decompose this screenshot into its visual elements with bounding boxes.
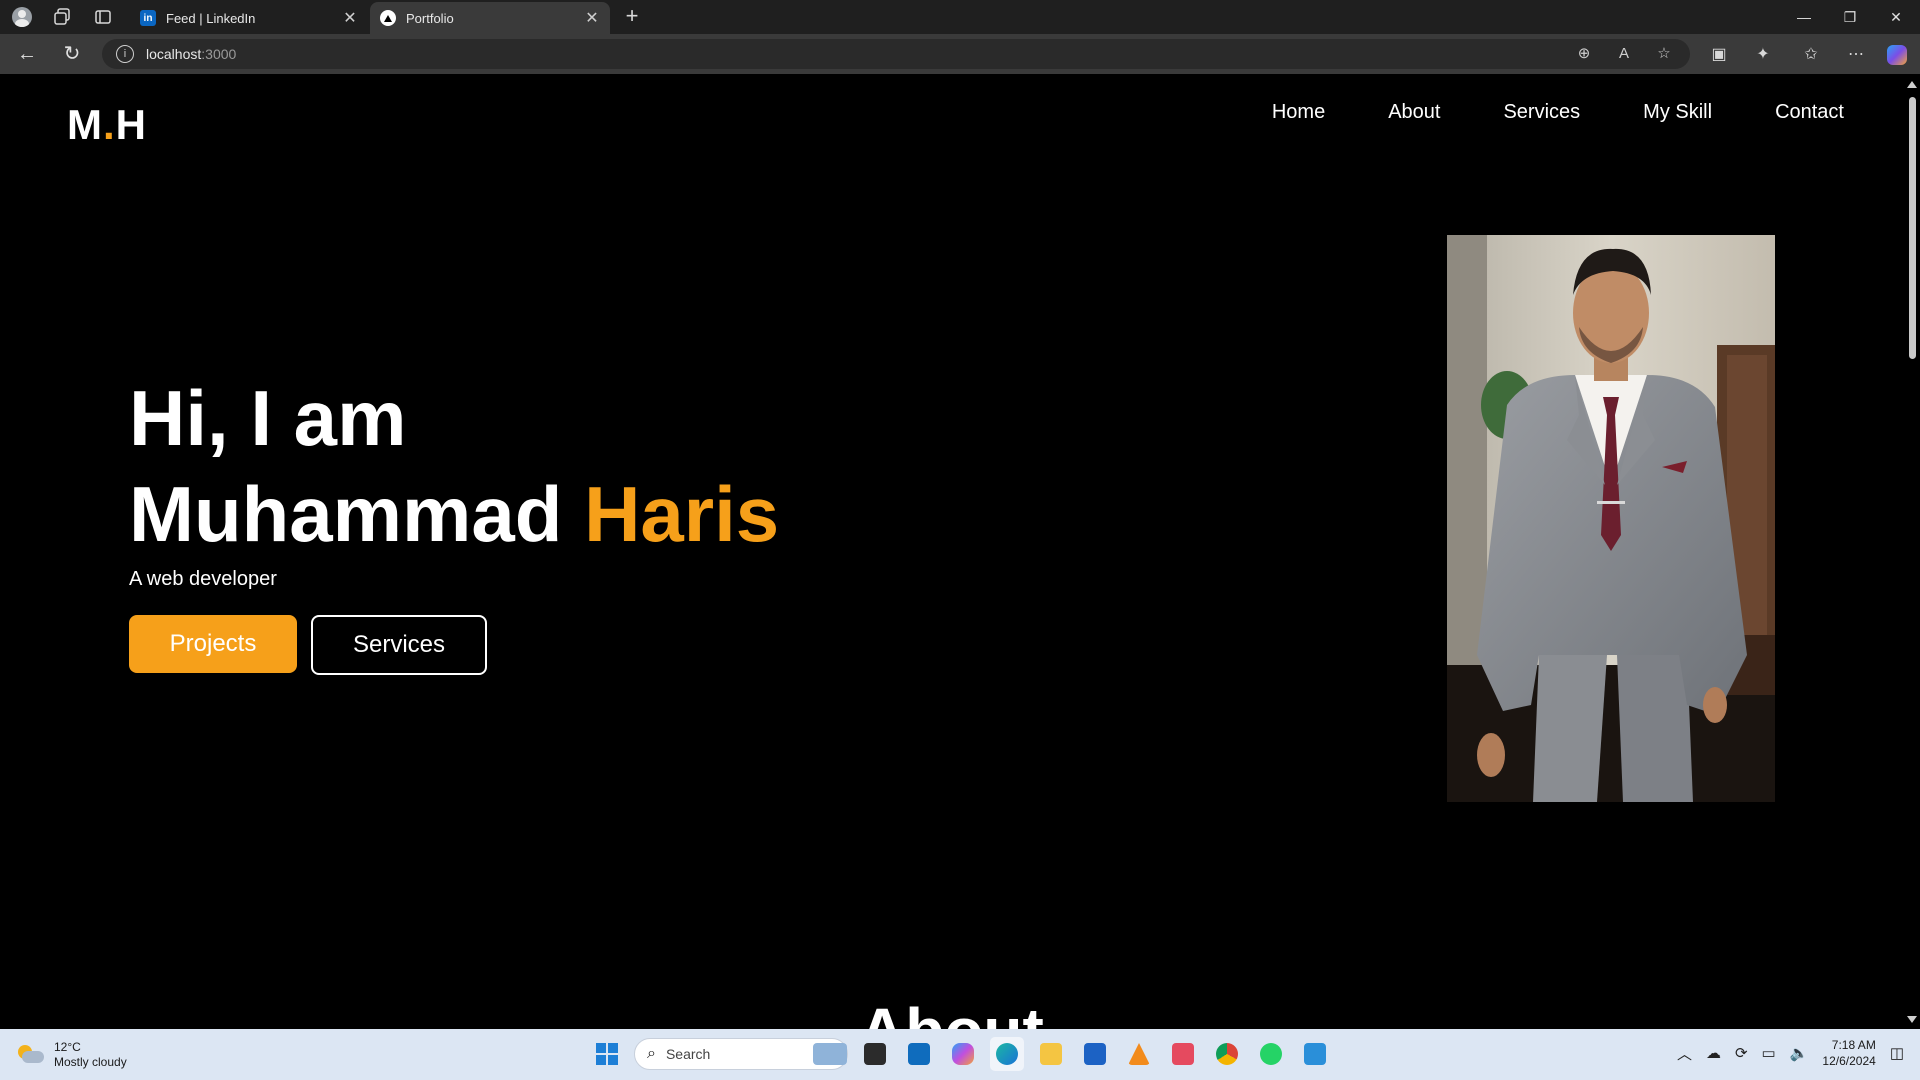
tab-title: Portfolio xyxy=(406,10,454,26)
vscode-app[interactable] xyxy=(1298,1037,1332,1071)
vertical-tabs-icon[interactable] xyxy=(92,6,114,28)
tab-title: Feed | LinkedIn xyxy=(166,10,256,26)
hero-name: Muhammad Haris xyxy=(129,470,780,558)
copilot-app[interactable] xyxy=(946,1037,980,1071)
chevron-up-icon[interactable]: ︿ xyxy=(1677,1043,1692,1064)
onedrive-icon[interactable]: ☁ xyxy=(1706,1044,1721,1062)
scroll-thumb[interactable] xyxy=(1909,97,1916,359)
windows-logo-icon xyxy=(596,1043,618,1065)
favorite-star-icon[interactable]: ☆ xyxy=(1654,44,1674,64)
nav-my-skill[interactable]: My Skill xyxy=(1643,101,1712,124)
site-logo[interactable]: M.H xyxy=(67,101,147,149)
task-view-button[interactable] xyxy=(858,1037,892,1071)
projects-button[interactable]: Projects xyxy=(129,615,297,673)
hero-subtitle: A web developer xyxy=(129,568,277,590)
site-info-icon[interactable]: i xyxy=(116,45,134,63)
copilot-icon[interactable] xyxy=(1886,44,1908,66)
store-app[interactable] xyxy=(1078,1037,1112,1071)
read-aloud-icon[interactable]: A xyxy=(1614,44,1634,64)
main-nav: Home About Services My Skill Contact xyxy=(1272,101,1844,124)
close-tab-icon[interactable]: ✕ xyxy=(340,8,360,28)
snipping-tool-app[interactable] xyxy=(1166,1037,1200,1071)
scroll-down-icon[interactable] xyxy=(1907,1016,1917,1023)
profile-avatar-icon[interactable] xyxy=(11,6,33,28)
page-scrollbar[interactable] xyxy=(1904,75,1920,1029)
outlook-app[interactable] xyxy=(902,1037,936,1071)
close-tab-icon[interactable]: ✕ xyxy=(582,8,602,28)
nav-home[interactable]: Home xyxy=(1272,101,1325,124)
refresh-button[interactable]: ↻ xyxy=(60,42,84,66)
address-bar[interactable]: i localhost:3000 ⊕ A ☆ xyxy=(102,39,1690,69)
hero-greeting: Hi, I am xyxy=(129,374,407,462)
taskbar-apps: ⌕ Search xyxy=(590,1037,1332,1071)
weather-condition: Mostly cloudy xyxy=(54,1055,127,1069)
restore-button[interactable]: ❐ xyxy=(1827,0,1873,34)
triangle-icon xyxy=(380,10,396,26)
chrome-app[interactable] xyxy=(1210,1037,1244,1071)
page-viewport: M.H Home About Services My Skill Contact… xyxy=(4,75,1904,1029)
sync-icon[interactable]: ⟳ xyxy=(1735,1044,1748,1062)
search-icon: ⌕ xyxy=(647,1045,656,1062)
profile-photo xyxy=(1447,235,1775,802)
system-tray: ︿ ☁ ⟳ ▭ 🔈 7:18 AM 12/6/2024 ◫ xyxy=(1677,1037,1904,1069)
nav-services[interactable]: Services xyxy=(1503,101,1580,124)
new-tab-button[interactable]: + xyxy=(620,4,644,28)
notifications-icon[interactable]: ◫ xyxy=(1890,1044,1904,1062)
scroll-up-icon[interactable] xyxy=(1907,81,1917,88)
about-section-heading: About xyxy=(859,999,1044,1029)
minimize-button[interactable]: — xyxy=(1781,0,1827,34)
vlc-app[interactable] xyxy=(1122,1037,1156,1071)
windows-taskbar: 12°C Mostly cloudy ⌕ Search ︿ ☁ ⟳ ▭ 🔈 7:… xyxy=(0,1029,1920,1080)
workspaces-icon[interactable] xyxy=(51,6,73,28)
weather-temp: 12°C xyxy=(54,1040,81,1054)
search-highlight-icon xyxy=(813,1043,847,1065)
whatsapp-app[interactable] xyxy=(1254,1037,1288,1071)
extension-icon[interactable]: ▣ xyxy=(1708,44,1730,66)
url-text: localhost:3000 xyxy=(146,46,237,62)
linkedin-icon: in xyxy=(140,10,156,26)
hero-section: Hi, I am Muhammad Haris A web developer … xyxy=(129,370,779,675)
services-button[interactable]: Services xyxy=(311,615,487,675)
volume-icon[interactable]: 🔈 xyxy=(1790,1044,1809,1062)
back-button[interactable]: ← xyxy=(15,42,39,66)
start-button[interactable] xyxy=(590,1037,624,1071)
taskbar-clock[interactable]: 7:18 AM 12/6/2024 xyxy=(1822,1037,1875,1069)
weather-widget[interactable]: 12°C Mostly cloudy xyxy=(16,1040,127,1070)
partly-cloudy-icon xyxy=(16,1045,44,1065)
tab-linkedin[interactable]: in Feed | LinkedIn ✕ xyxy=(130,2,368,34)
nav-contact[interactable]: Contact xyxy=(1775,101,1844,124)
favorites-icon[interactable]: ✩ xyxy=(1800,44,1822,66)
extensions-puzzle-icon[interactable]: ✦ xyxy=(1752,44,1774,66)
taskbar-search[interactable]: ⌕ Search xyxy=(634,1038,848,1070)
search-placeholder: Search xyxy=(665,1046,711,1062)
hero-buttons: Projects Services xyxy=(129,615,779,675)
zoom-icon[interactable]: ⊕ xyxy=(1574,44,1594,64)
file-explorer-app[interactable] xyxy=(1034,1037,1068,1071)
tab-portfolio[interactable]: Portfolio ✕ xyxy=(370,2,610,34)
nav-about[interactable]: About xyxy=(1388,101,1440,124)
more-menu-icon[interactable]: ⋯ xyxy=(1845,44,1867,66)
close-window-button[interactable]: ✕ xyxy=(1873,0,1919,34)
network-icon[interactable]: ▭ xyxy=(1762,1044,1776,1062)
edge-app[interactable] xyxy=(990,1037,1024,1071)
browser-toolbar: ← ↻ i localhost:3000 ⊕ A ☆ ▣ ✦ ✩ ⋯ xyxy=(0,34,1920,74)
browser-tab-strip: in Feed | LinkedIn ✕ Portfolio ✕ + — ❐ ✕ xyxy=(0,0,1920,34)
